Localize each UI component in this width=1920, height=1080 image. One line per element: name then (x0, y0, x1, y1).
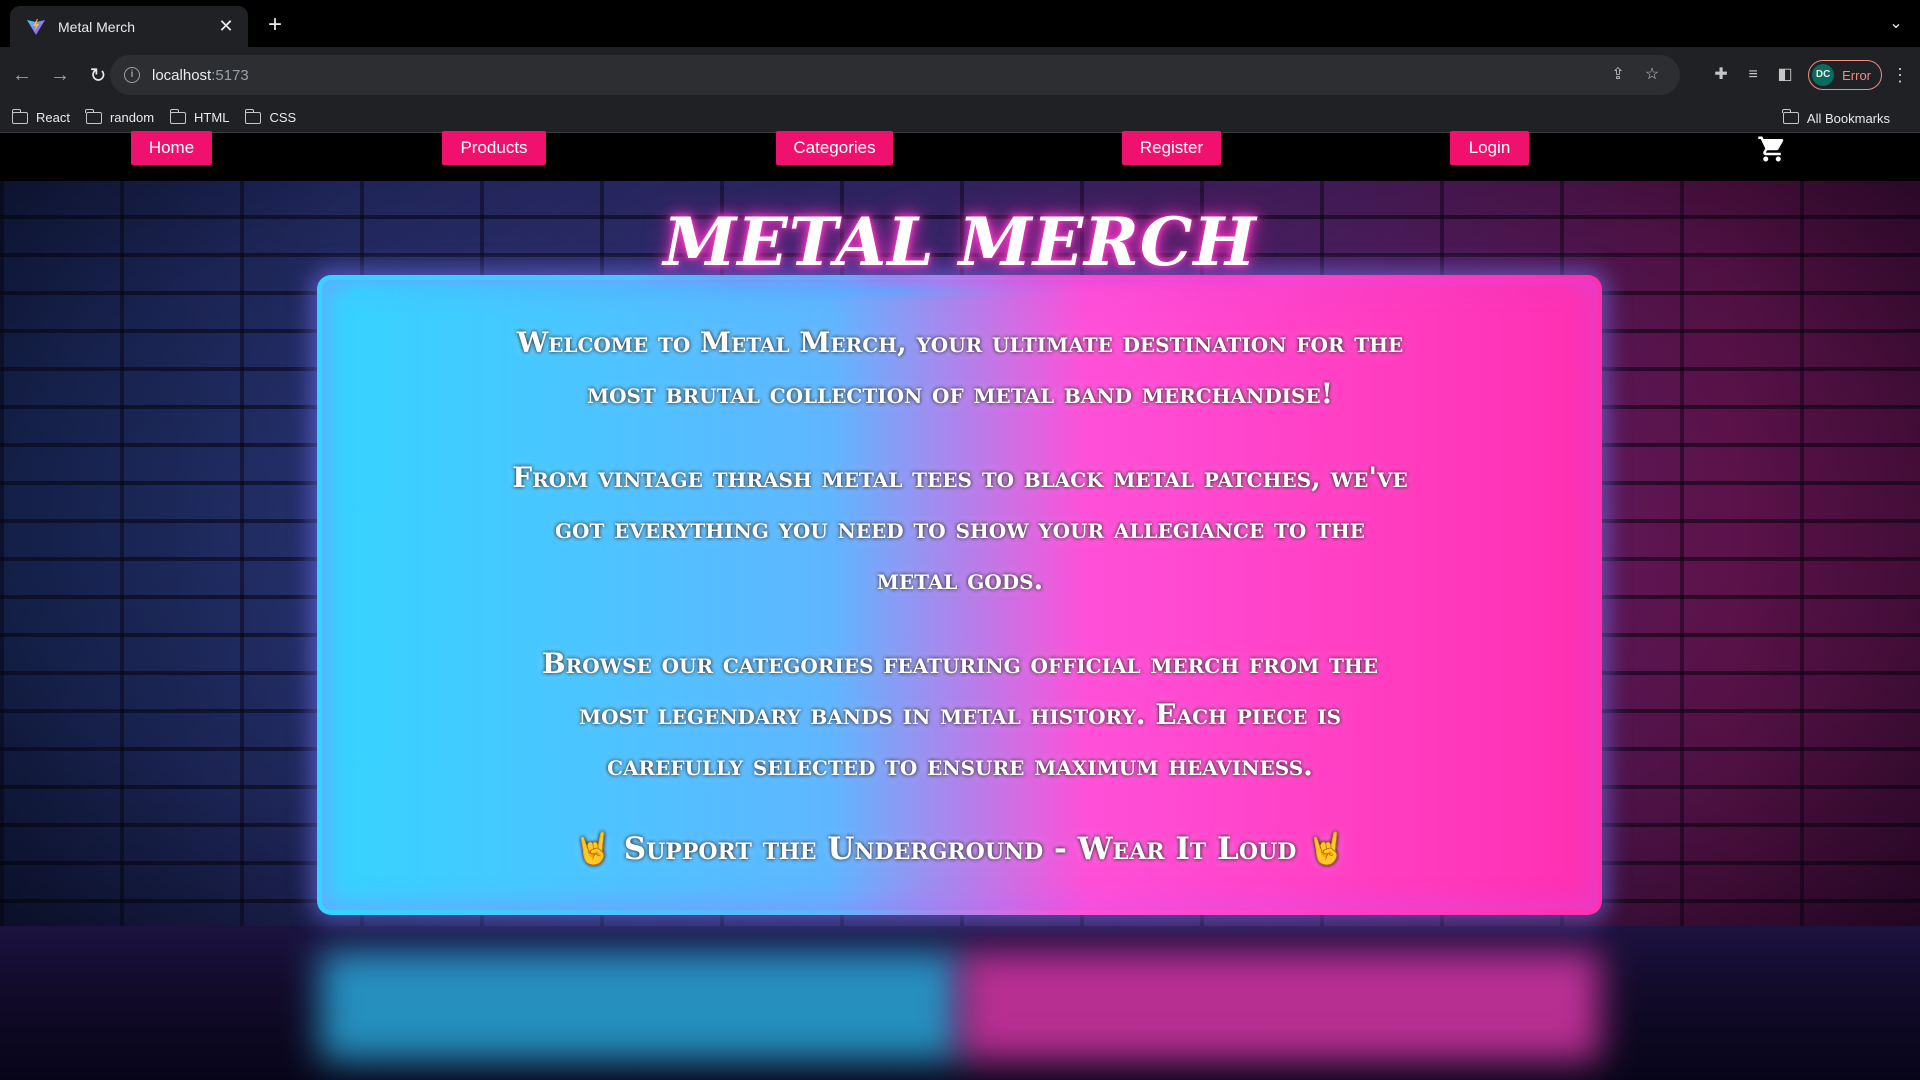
browser-tabstrip: Metal Merch ✕ + ⌄ (0, 0, 1920, 47)
page-title: METAL MERCH (663, 203, 1257, 281)
tab-title: Metal Merch (58, 18, 136, 35)
side-panel-icon[interactable]: ◧ (1770, 60, 1800, 90)
bookmark-folder-html[interactable]: HTML (169, 108, 230, 125)
cart-icon[interactable] (1757, 134, 1787, 164)
tagline: 🤘 Support the Underground - Wear It Loud… (574, 831, 1346, 867)
tab-close-icon[interactable]: ✕ (216, 16, 236, 37)
tab-search-chevron-icon[interactable]: ⌄ (1884, 12, 1908, 36)
bookmark-label: CSS (269, 110, 297, 125)
nav-login-link[interactable]: Login (1450, 131, 1529, 165)
folder-icon (11, 108, 28, 124)
share-icon[interactable]: ⇪ (1604, 61, 1632, 89)
neon-frame-top-glow (350, 287, 1570, 297)
site-info-icon[interactable]: i (124, 67, 140, 83)
bookmark-folder-random[interactable]: random (85, 108, 155, 125)
bookmark-label: React (36, 110, 70, 125)
floor-reflection-blue (320, 951, 960, 1061)
back-button[interactable]: ← (6, 59, 38, 91)
floor-reflection-pink (960, 951, 1600, 1061)
all-bookmarks-button[interactable]: All Bookmarks (1782, 103, 1890, 133)
bookmarks-bar: React random HTML CSS All Bookmarks (0, 103, 1920, 133)
reading-list-icon[interactable]: ≡ (1738, 60, 1768, 90)
bookmark-star-icon[interactable]: ☆ (1638, 61, 1666, 89)
extensions-icon[interactable]: ✚ (1706, 60, 1736, 90)
forward-button[interactable]: → (44, 59, 76, 91)
categories-paragraph: Browse our categories featuring official… (542, 647, 1378, 782)
new-tab-button[interactable]: + (260, 10, 290, 40)
nav-home-link[interactable]: Home (131, 131, 212, 165)
bookmark-folder-css[interactable]: CSS (244, 108, 297, 125)
folder-icon (169, 108, 187, 124)
folder-icon (244, 108, 262, 124)
address-bar[interactable]: i localhost:5173 ⇪ ☆ (110, 55, 1680, 95)
nav-categories-link[interactable]: Categories (776, 131, 893, 165)
hero-copy: Welcome to Metal Merch, your ultimate de… (510, 317, 1410, 908)
menu-kebab-icon[interactable]: ⋮ (1890, 65, 1910, 86)
site-navbar (0, 133, 1920, 181)
url-port: :5173 (211, 66, 249, 84)
bookmark-label: random (109, 110, 155, 125)
vite-logo-icon (27, 18, 45, 35)
all-bookmarks-label: All Bookmarks (1806, 110, 1890, 126)
browser-tab[interactable]: Metal Merch ✕ (10, 6, 248, 47)
nav-products-link[interactable]: Products (442, 131, 546, 165)
bookmark-folder-react[interactable]: React (11, 108, 70, 125)
hero-section: METAL MERCH Welcome to Metal Merch, your… (0, 181, 1920, 1080)
profile-button[interactable]: DC Error (1808, 60, 1882, 90)
browser-toolbar: ← → ↻ i localhost:5173 ⇪ ☆ ✚ ≡ ◧ DC Erro… (0, 47, 1920, 103)
url-host: localhost (152, 66, 212, 84)
folder-icon (1782, 109, 1799, 124)
nav-register-link[interactable]: Register (1122, 131, 1221, 165)
avatar: DC (1812, 64, 1835, 86)
folder-icon (85, 108, 102, 124)
url-text[interactable]: localhost:5173 (152, 67, 1598, 84)
products-paragraph: From vintage thrash metal tees to black … (512, 461, 1408, 596)
bookmark-label: HTML (194, 110, 230, 125)
profile-status: Error (1842, 67, 1871, 83)
intro-paragraph: Welcome to Metal Merch, your ultimate de… (516, 326, 1404, 410)
